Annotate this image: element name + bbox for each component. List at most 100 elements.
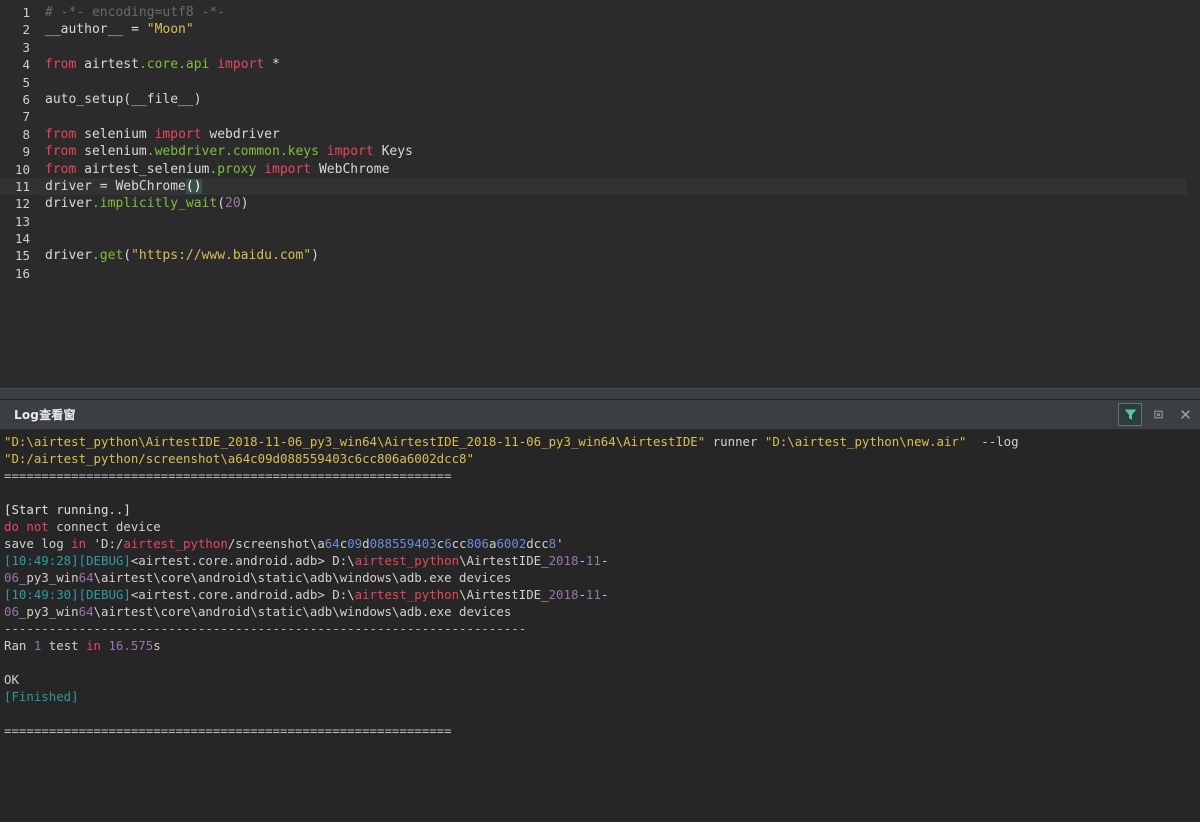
code-line[interactable]: 13 [0,213,1200,230]
line-number: 10 [14,161,30,177]
log-token: \AirtestIDE_ [459,587,549,602]
code-token: selenium [84,126,155,142]
log-token: 2018 [548,553,579,568]
log-token: ========================================… [4,723,452,738]
log-line: ========================================… [4,467,1200,484]
line-number: 16 [14,265,30,281]
log-vertical-scrollbar[interactable] [1188,430,1200,822]
log-line: [10:49:30][DEBUG]<airtest.core.android.a… [4,586,1200,603]
log-token: save log [4,536,72,551]
log-token: OK [4,672,19,687]
code-line[interactable]: 15 driver.get("https://www.baidu.com") [0,247,1200,264]
pane-splitter[interactable] [0,388,1200,400]
code-token: driver [45,196,92,212]
editor-vertical-scrollbar[interactable] [1187,0,1200,388]
code-token: Keys [381,144,413,160]
code-line-text: __author__ = "Moon" [30,21,194,38]
code-line[interactable]: 1 # -*- encoding=utf8 -*- [0,4,1200,21]
log-token: test [41,638,87,653]
log-token: [Finished] [4,689,79,704]
log-output-area[interactable]: "D:\airtest_python\AirtestIDE_2018-11-06… [0,430,1200,822]
log-token: do not [4,519,49,534]
log-panel-header: Log查看窗 [0,400,1200,430]
code-lines-container[interactable]: 1 # -*- encoding=utf8 -*- 2 __author__ = "M… [0,0,1200,282]
log-viewer-panel: Log查看窗 "D:\airtest_python\AirtestIDE_201… [0,400,1200,822]
code-token: from [45,126,85,142]
line-number: 12 [14,196,30,212]
log-token: airtest_python [123,536,228,551]
log-line: [Start running..] [4,501,1200,518]
log-token: - [600,553,609,568]
log-token: dcc [526,536,549,551]
log-token: \airtest\core\android\static\adb\windows… [93,604,512,619]
code-token: from [45,161,85,177]
log-panel-title: Log查看窗 [14,408,76,422]
code-line[interactable]: 2 __author__ = "Moon" [0,21,1200,38]
line-number: 7 [22,109,30,125]
log-token: in [71,536,87,551]
line-number: 4 [22,57,30,73]
log-token: airtest_python [354,587,460,602]
code-token: airtest [84,57,139,73]
maximize-icon[interactable] [1147,404,1169,425]
code-token: ) [240,196,249,212]
log-line: [10:49:28][DEBUG]<airtest.core.android.a… [4,552,1200,569]
log-line: 06_py3_win64\airtest\core\android\static… [4,603,1200,620]
line-number: 14 [14,231,30,247]
log-token: - [578,553,586,568]
line-number: 5 [22,74,30,90]
code-line[interactable]: 8 from selenium import webdriver [0,126,1200,143]
log-line: "D:\airtest_python\AirtestIDE_2018-11-06… [4,433,1200,450]
code-line[interactable]: 16 [0,265,1200,282]
code-line[interactable]: 9 from selenium.webdriver.common.keys imp… [0,143,1200,160]
log-token: /screenshot\a [227,536,325,551]
code-token: 20 [225,196,241,212]
line-number: 2 [22,22,30,38]
log-token: 11 [585,587,601,602]
log-token: Ran [4,638,34,653]
code-line-text: from selenium.webdriver.common.keys impo… [30,143,413,160]
line-number: 11 [14,178,30,194]
code-line[interactable]: 7 [0,108,1200,125]
code-token: airtest_selenium [84,161,210,177]
code-token: ) [311,248,319,264]
code-token: * [272,57,280,73]
filter-icon[interactable] [1118,403,1142,426]
code-line[interactable]: 10 from airtest_selenium.proxy import Web… [0,161,1200,178]
close-icon[interactable] [1174,404,1196,425]
log-token: 06 [4,570,19,585]
log-token: \AirtestIDE_ [459,553,549,568]
log-token: in [86,638,101,653]
code-line[interactable]: 5 [0,74,1200,91]
code-line-text: driver.implicitly_wait(20) [30,195,249,212]
code-line-text: from airtest_selenium.proxy import WebCh… [30,161,389,178]
code-line[interactable]: 14 [0,230,1200,247]
log-line: 06_py3_win64\airtest\core\android\static… [4,569,1200,586]
code-line[interactable]: 3 [0,39,1200,56]
code-token: ( [217,196,226,212]
log-token: 'D:/ [86,536,124,551]
code-token: import [217,57,273,73]
code-line[interactable]: 6 auto_setup(__file__) [0,91,1200,108]
code-line[interactable]: 12 driver.implicitly_wait(20) [0,195,1200,212]
code-line[interactable]: 4 from airtest.core.api import * [0,56,1200,73]
log-token: \airtest\core\android\static\adb\windows… [93,570,512,585]
log-token: connect device [48,519,161,534]
log-token: 16.575 [108,638,154,653]
code-line[interactable]: 11 driver = WebChrome() [0,177,1200,196]
log-token: 06 [4,604,19,619]
line-number: 1 [22,5,30,20]
code-token: .core.api [138,57,218,73]
log-token: --log [966,434,1019,449]
log-token: [DEBUG] [78,587,131,602]
log-token: "D:\airtest_python\new.air" [764,434,967,449]
log-token: s [153,638,161,653]
log-token: airtest_python [354,553,460,568]
code-editor-pane[interactable]: 1 # -*- encoding=utf8 -*- 2 __author__ = "M… [0,0,1200,388]
